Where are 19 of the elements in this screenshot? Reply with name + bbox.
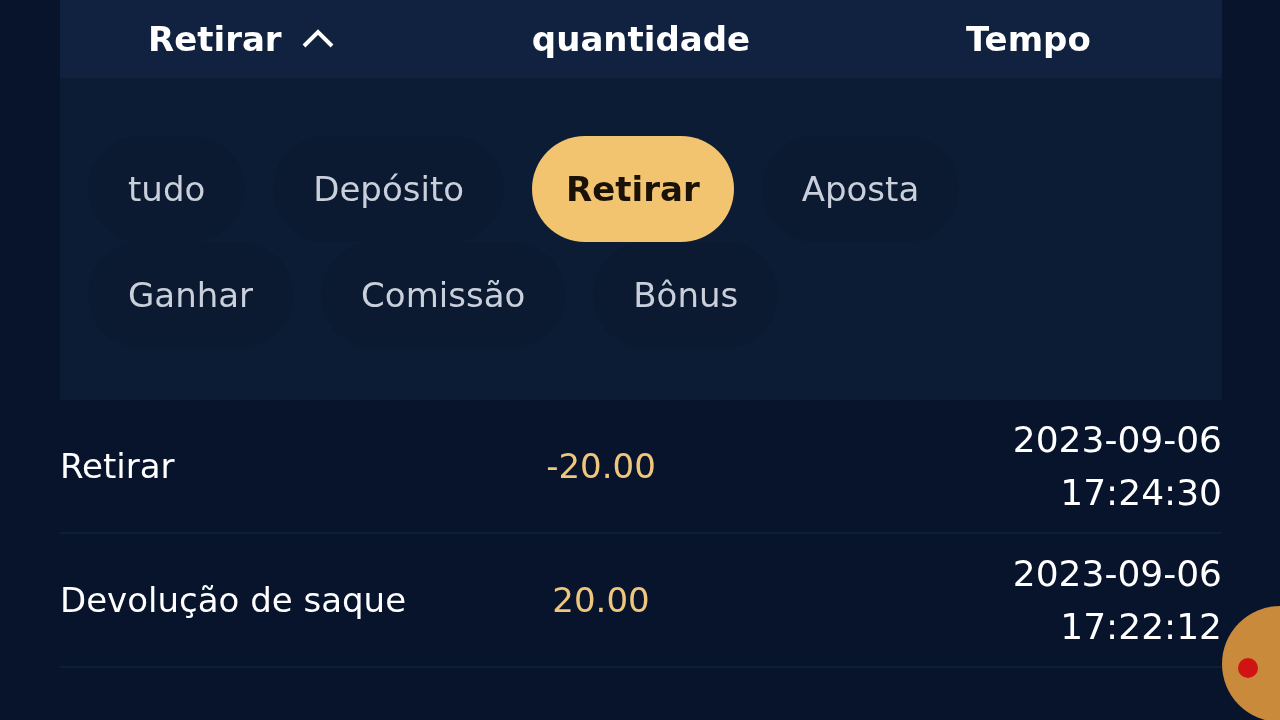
- filter-chip[interactable]: Depósito: [273, 136, 505, 242]
- column-header[interactable]: Retirar: [148, 19, 282, 59]
- filter-chip[interactable]: Comissão: [321, 242, 566, 348]
- floating-button[interactable]: [1220, 604, 1280, 720]
- filter-chip[interactable]: tudo: [88, 136, 246, 242]
- column-header: Tempo: [965, 19, 1091, 59]
- record-date: 2023-09-06: [1012, 552, 1222, 596]
- filter-chip[interactable]: Bônus: [593, 242, 779, 348]
- column-header: quantidade: [531, 19, 751, 59]
- record-amount: 20.00: [551, 580, 651, 620]
- record-type: Retirar: [60, 446, 176, 486]
- filter-chip[interactable]: Ganhar: [88, 242, 294, 348]
- record-date: 2023-09-06: [1012, 418, 1222, 462]
- record-time: 17:22:12: [1059, 605, 1222, 649]
- record-type: Devolução de saque: [60, 580, 408, 620]
- record-time: 17:24:30: [1059, 471, 1222, 515]
- filter-chip[interactable]: Aposta: [761, 136, 960, 242]
- record-amount: -20.00: [545, 446, 657, 486]
- filter-chip[interactable]: Retirar: [532, 136, 734, 242]
